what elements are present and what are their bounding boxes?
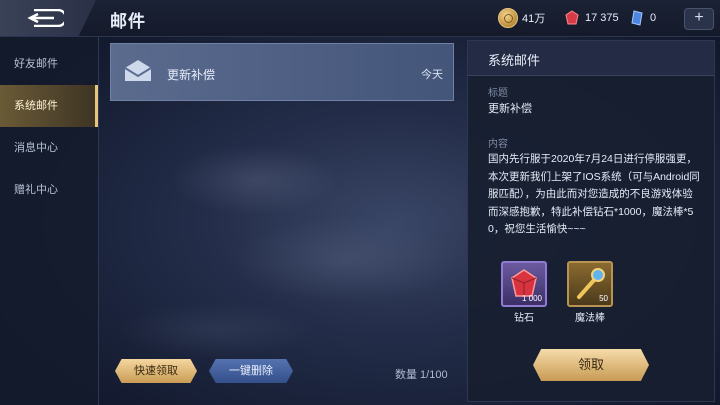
sidebar-item-label: 消息中心 <box>14 142 58 154</box>
gold-value: 41万 <box>522 13 546 25</box>
quick-claim-button[interactable]: 快速领取 <box>115 359 197 383</box>
content-label: 内容 <box>488 139 508 150</box>
gold-counter: 41万 <box>498 8 545 28</box>
gem-icon <box>563 9 581 27</box>
mail-date: 今天 <box>421 69 443 81</box>
crystal-value: 0 <box>650 12 657 24</box>
sidebar: 好友邮件 系统邮件 消息中心 赠礼中心 <box>0 37 99 405</box>
gem-counter: 17 375 <box>563 8 619 28</box>
mail-subject: 更新补偿 <box>488 103 532 115</box>
detail-title: 系统邮件 <box>488 53 541 68</box>
envelope-icon <box>124 60 152 81</box>
coin-icon <box>498 8 518 28</box>
sidebar-item-label: 赠礼中心 <box>14 184 58 196</box>
reward-qty: 1 000 <box>521 294 542 303</box>
sidebar-item-label: 好友邮件 <box>14 58 58 70</box>
top-bar: 邮件 41万 17 375 0 + <box>0 0 720 37</box>
sidebar-item-message-center[interactable]: 消息中心 <box>0 127 98 169</box>
sidebar-item-label: 系统邮件 <box>14 100 58 112</box>
reward-name: 钻石 <box>514 313 534 324</box>
sidebar-item-system-mail[interactable]: 系统邮件 <box>0 85 98 127</box>
detail-header: 系统邮件 <box>468 41 714 76</box>
claim-button[interactable]: 领取 <box>533 349 649 381</box>
mail-title: 更新补偿 <box>167 68 216 82</box>
crystal-icon <box>628 9 646 27</box>
reward-magic-wand[interactable]: 50 <box>567 261 613 307</box>
mail-content: 国内先行服于2020年7月24日进行停服强更，本次更新我们上架了IOS系统（可与… <box>488 153 700 235</box>
list-item[interactable]: 更新补偿 今天 <box>110 43 454 101</box>
back-button[interactable] <box>0 0 96 36</box>
back-arrow-icon <box>27 9 64 27</box>
reward-diamond[interactable]: 1 000 <box>501 261 547 307</box>
crystal-counter: 0 <box>628 8 656 28</box>
gem-value: 17 375 <box>585 12 619 24</box>
sidebar-item-friend-mail[interactable]: 好友邮件 <box>0 43 98 85</box>
add-currency-button[interactable]: + <box>684 8 714 30</box>
sidebar-item-gift-center[interactable]: 赠礼中心 <box>0 169 98 211</box>
subject-label: 标题 <box>488 88 508 99</box>
reward-qty: 50 <box>599 294 608 303</box>
mail-count: 数量 1/100 <box>395 369 448 381</box>
page-title: 邮件 <box>110 12 146 31</box>
mail-detail-panel: 系统邮件 标题 更新补偿 内容 国内先行服于2020年7月24日进行停服强更，本… <box>467 40 715 402</box>
delete-all-button[interactable]: 一键删除 <box>209 359 293 383</box>
reward-name: 魔法棒 <box>575 313 605 324</box>
